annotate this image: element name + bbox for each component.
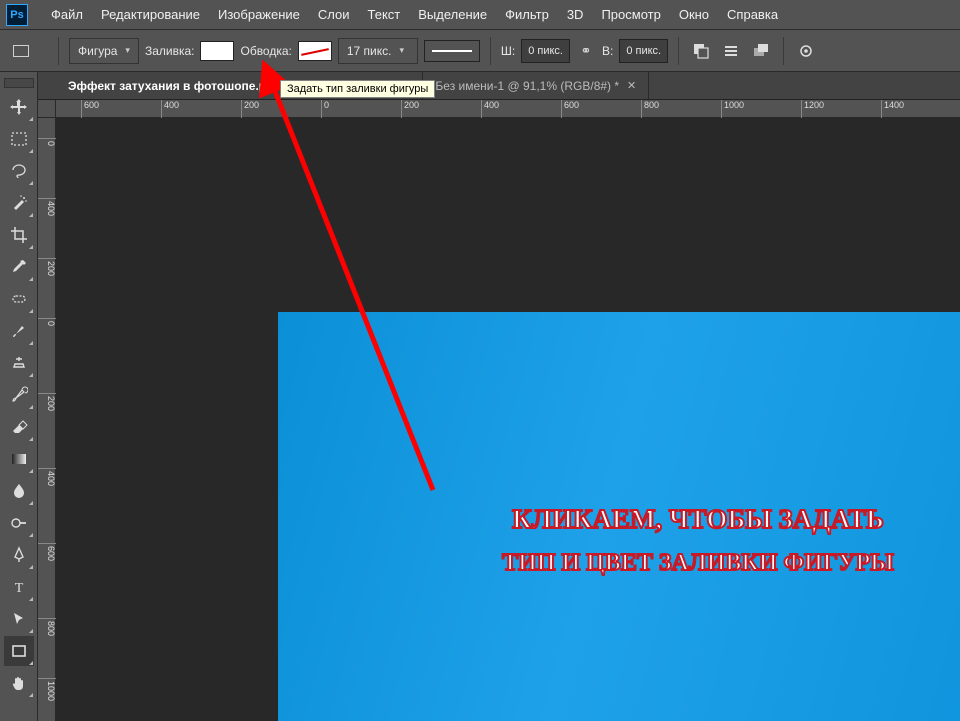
path-alignment-icon[interactable] bbox=[719, 39, 743, 63]
ruler-tick: 800 bbox=[38, 618, 56, 636]
tool-marquee[interactable] bbox=[4, 124, 34, 154]
document-artboard: КЛИКАЕМ, ЧТОБЫ ЗАДАТЬ ТИП И ЦВЕТ ЗАЛИВКИ… bbox=[278, 312, 960, 721]
fill-label: Заливка: bbox=[145, 44, 195, 58]
ruler-tick: 1400 bbox=[881, 100, 904, 118]
ruler-tick: 200 bbox=[401, 100, 419, 118]
ruler-tick: 200 bbox=[241, 100, 259, 118]
width-label: Ш: bbox=[501, 44, 515, 58]
stroke-style-dropdown[interactable] bbox=[424, 40, 480, 62]
menu-edit[interactable]: Редактирование bbox=[92, 0, 209, 30]
ruler-tick: 0 bbox=[321, 100, 329, 118]
ruler-tick: 1200 bbox=[801, 100, 824, 118]
caption-line-1: КЛИКАЕМ, ЧТОБЫ ЗАДАТЬ bbox=[418, 497, 960, 543]
width-field[interactable]: 0 пикс. bbox=[521, 39, 570, 63]
svg-text:T: T bbox=[14, 581, 23, 596]
menu-window[interactable]: Окно bbox=[670, 0, 718, 30]
link-wh-icon[interactable]: ⚭ bbox=[576, 41, 596, 61]
ruler-tick: 0 bbox=[38, 138, 56, 146]
separator bbox=[490, 37, 491, 65]
annotation-caption: КЛИКАЕМ, ЧТОБЫ ЗАДАТЬ ТИП И ЦВЕТ ЗАЛИВКИ… bbox=[418, 497, 960, 584]
shape-mode-dropdown[interactable]: Фигура ▾ bbox=[69, 38, 139, 64]
document-tab-strip: Эффект затухания в фотошопе.psd @ 33,7% … bbox=[0, 72, 960, 100]
tool-gradient[interactable] bbox=[4, 444, 34, 474]
tool-move[interactable] bbox=[4, 92, 34, 122]
canvas[interactable]: КЛИКАЕМ, ЧТОБЫ ЗАДАТЬ ТИП И ЦВЕТ ЗАЛИВКИ… bbox=[56, 118, 960, 721]
active-tool-preview[interactable] bbox=[6, 39, 36, 63]
vertical-ruler[interactable]: 0 400 200 0 200 400 600 800 1000 bbox=[38, 118, 56, 721]
chevron-down-icon: ▾ bbox=[125, 45, 130, 56]
ruler-tick: 400 bbox=[161, 100, 179, 118]
stroke-swatch[interactable] bbox=[298, 41, 332, 61]
tool-healing[interactable] bbox=[4, 284, 34, 314]
tool-clone-stamp[interactable] bbox=[4, 348, 34, 378]
tool-eraser[interactable] bbox=[4, 412, 34, 442]
menu-3d[interactable]: 3D bbox=[558, 0, 593, 30]
ruler-tick: 200 bbox=[38, 258, 56, 276]
separator bbox=[783, 37, 784, 65]
height-field[interactable]: 0 пикс. bbox=[619, 39, 668, 63]
height-label: В: bbox=[602, 44, 613, 58]
separator bbox=[678, 37, 679, 65]
ruler-tick: 400 bbox=[481, 100, 499, 118]
stroke-width-value: 17 пикс. bbox=[347, 44, 392, 58]
path-arrangement-icon[interactable] bbox=[749, 39, 773, 63]
horizontal-ruler[interactable]: 6004002000200400600800100012001400160018… bbox=[56, 100, 960, 118]
tool-eyedropper[interactable] bbox=[4, 252, 34, 282]
shape-mode-value: Фигура bbox=[78, 44, 117, 58]
tooltip: Задать тип заливки фигуры bbox=[280, 80, 435, 98]
ruler-tick: 400 bbox=[38, 468, 56, 486]
panel-collapse-handle[interactable] bbox=[4, 78, 34, 88]
ruler-tick: 600 bbox=[561, 100, 579, 118]
caption-line-2: ТИП И ЦВЕТ ЗАЛИВКИ ФИГУРЫ bbox=[418, 543, 960, 584]
ruler-tick: 400 bbox=[38, 198, 56, 216]
stroke-label: Обводка: bbox=[240, 44, 291, 58]
separator bbox=[58, 37, 59, 65]
menu-view[interactable]: Просмотр bbox=[592, 0, 669, 30]
document-workarea: 6004002000200400600800100012001400160018… bbox=[38, 100, 960, 721]
ruler-tick: 0 bbox=[38, 318, 56, 326]
tool-magic-wand[interactable] bbox=[4, 188, 34, 218]
tool-lasso[interactable] bbox=[4, 156, 34, 186]
tool-brush[interactable] bbox=[4, 316, 34, 346]
tool-rectangle-shape[interactable] bbox=[4, 636, 34, 666]
fill-swatch[interactable] bbox=[200, 41, 234, 61]
menu-layers[interactable]: Слои bbox=[309, 0, 359, 30]
ruler-tick: 800 bbox=[641, 100, 659, 118]
close-icon[interactable]: ✕ bbox=[627, 79, 636, 92]
tool-crop[interactable] bbox=[4, 220, 34, 250]
menu-bar: Ps Файл Редактирование Изображение Слои … bbox=[0, 0, 960, 30]
menu-file[interactable]: Файл bbox=[42, 0, 92, 30]
tool-history-brush[interactable] bbox=[4, 380, 34, 410]
tool-type[interactable]: T bbox=[4, 572, 34, 602]
rectangle-icon bbox=[13, 45, 29, 57]
stroke-width-field[interactable]: 17 пикс. ▾ bbox=[338, 38, 418, 64]
chevron-down-icon: ▾ bbox=[399, 45, 404, 56]
document-tab-label: Без имени-1 @ 91,1% (RGB/8#) * bbox=[435, 79, 619, 93]
ruler-tick: 1000 bbox=[721, 100, 744, 118]
height-value: 0 пикс. bbox=[626, 45, 661, 57]
app-logo: Ps bbox=[6, 4, 28, 26]
tool-hand[interactable] bbox=[4, 668, 34, 698]
tools-panel: T bbox=[0, 72, 38, 721]
options-bar: Фигура ▾ Заливка: Обводка: 17 пикс. ▾ Ш:… bbox=[0, 30, 960, 72]
document-tab[interactable]: Без имени-1 @ 91,1% (RGB/8#) * ✕ bbox=[423, 72, 649, 99]
gear-icon[interactable] bbox=[794, 39, 818, 63]
tool-dodge[interactable] bbox=[4, 508, 34, 538]
ruler-tick: 600 bbox=[38, 543, 56, 561]
tool-blur[interactable] bbox=[4, 476, 34, 506]
width-value: 0 пикс. bbox=[528, 45, 563, 57]
menu-image[interactable]: Изображение bbox=[209, 0, 309, 30]
ruler-tick: 1000 bbox=[38, 678, 56, 701]
ruler-tick: 200 bbox=[38, 393, 56, 411]
tool-path-selection[interactable] bbox=[4, 604, 34, 634]
tool-pen[interactable] bbox=[4, 540, 34, 570]
menu-help[interactable]: Справка bbox=[718, 0, 787, 30]
ruler-origin[interactable] bbox=[38, 100, 56, 118]
ruler-tick: 600 bbox=[81, 100, 99, 118]
menu-select[interactable]: Выделение bbox=[409, 0, 496, 30]
path-operations-icon[interactable] bbox=[689, 39, 713, 63]
menu-type[interactable]: Текст bbox=[359, 0, 410, 30]
menu-filter[interactable]: Фильтр bbox=[496, 0, 558, 30]
